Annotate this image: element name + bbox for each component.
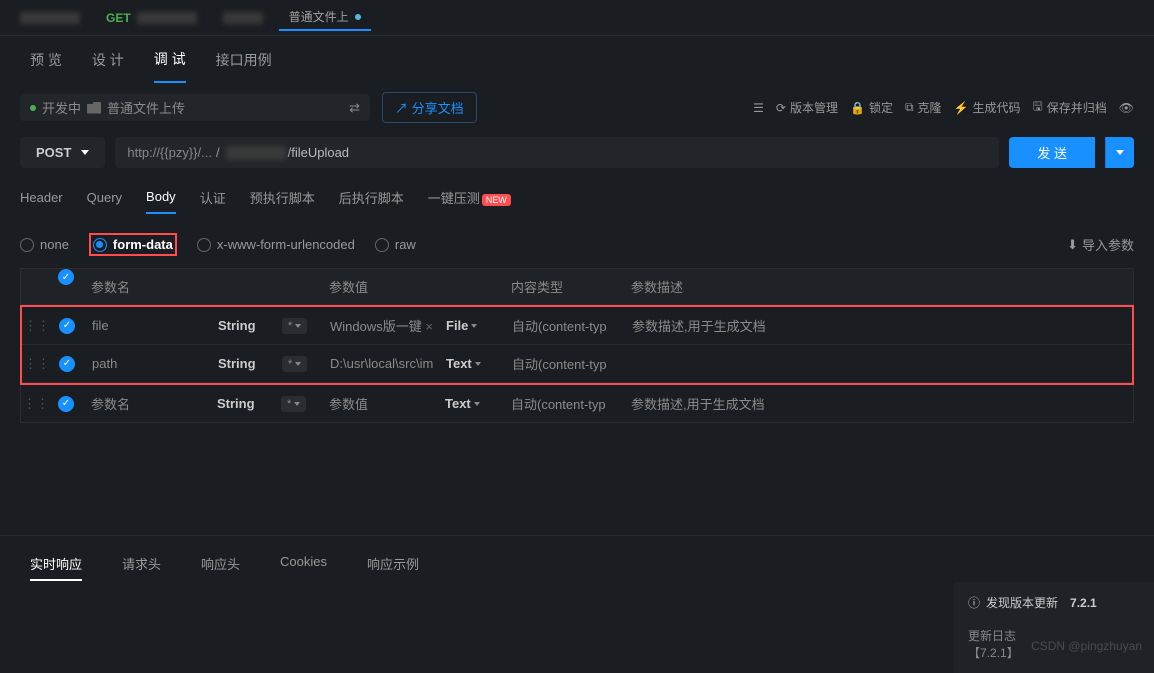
top-tab-active[interactable]: 普通文件上 <box>279 4 371 31</box>
status-dot-icon <box>30 105 36 111</box>
tab-design[interactable]: 设 计 <box>92 38 124 82</box>
header-value: 参数值 <box>321 269 441 304</box>
request-row: POST http://{{pzy}}/... / /fileUpload 发 … <box>0 131 1154 174</box>
tab-response-examples[interactable]: 响应示例 <box>367 548 419 581</box>
sub-tabs: 预 览 设 计 调 试 接口用例 <box>0 36 1154 84</box>
tab-header[interactable]: Header <box>20 182 63 213</box>
content-type-input[interactable]: 自动(content-typ <box>501 386 621 421</box>
tab-pre-script[interactable]: 预执行脚本 <box>250 180 315 215</box>
update-title: ⓘ 发现版本更新7.2.1 <box>968 594 1140 611</box>
param-type-select[interactable]: String <box>212 310 282 341</box>
content-type-input[interactable]: 自动(content-typ <box>502 346 622 381</box>
param-desc-input[interactable]: 参数描述,用于生成文档 <box>622 308 1132 343</box>
param-type-select[interactable]: String <box>212 348 282 379</box>
highlighted-rows: ⋮⋮ file String * Windows版一键 × File 自动(co… <box>20 305 1134 385</box>
top-tab-1[interactable] <box>10 8 90 28</box>
breadcrumb-text: 普通文件上传 <box>107 98 185 117</box>
tab-cookies[interactable]: Cookies <box>280 548 327 581</box>
value-type-select[interactable]: File <box>442 310 502 341</box>
param-name-input[interactable]: path <box>82 348 212 379</box>
tab-query[interactable]: Query <box>87 182 122 213</box>
required-select[interactable]: * <box>282 318 307 334</box>
header-desc: 参数描述 <box>621 269 1133 304</box>
table-row: ⋮⋮ path String * D:\usr\local\src\im Tex… <box>22 345 1132 383</box>
tab-realtime-response[interactable]: 实时响应 <box>30 548 82 581</box>
check-all[interactable] <box>58 269 74 285</box>
lock-button[interactable]: 🔒 锁定 <box>850 99 893 116</box>
breadcrumb[interactable]: 开发中 普通文件上传 ⇄ <box>20 94 370 121</box>
share-button[interactable]: ↗ 分享文档 <box>382 92 477 123</box>
content-type-input[interactable]: 自动(content-typ <box>502 308 622 343</box>
param-name-input[interactable]: file <box>82 310 212 341</box>
toolbar: 开发中 普通文件上传 ⇄ ↗ 分享文档 ☰ ⟳ 版本管理 🔒 锁定 ⧉ 克隆 ⚡… <box>0 84 1154 131</box>
row-checkbox[interactable] <box>59 318 75 334</box>
row-checkbox[interactable] <box>59 356 75 372</box>
row-checkbox[interactable] <box>58 396 74 412</box>
save-archive-button[interactable]: 🖫 保存并归档 <box>1033 97 1107 118</box>
clone-button[interactable]: ⧉ 克隆 <box>905 99 942 116</box>
send-button[interactable]: 发 送 <box>1009 137 1095 168</box>
tab-post-script[interactable]: 后执行脚本 <box>339 180 404 215</box>
update-panel: ⓘ 发现版本更新7.2.1 更新日志 【7.2.1】 <box>954 582 1154 673</box>
tab-response-headers[interactable]: 响应头 <box>201 548 240 581</box>
param-value-input[interactable]: Windows版一键 × <box>322 308 442 343</box>
gen-code-button[interactable]: ⚡ 生成代码 <box>954 99 1021 116</box>
tab-auth[interactable]: 认证 <box>200 180 226 215</box>
list-icon[interactable]: ☰ <box>753 101 764 115</box>
body-types: none form-data x-www-form-urlencoded raw… <box>0 221 1154 268</box>
table-row: ⋮⋮ 参数名 String * 参数值 Text 自动(content-typ … <box>20 385 1134 423</box>
tab-body[interactable]: Body <box>146 181 176 214</box>
header-content-type: 内容类型 <box>501 269 621 304</box>
status-label: 开发中 <box>42 98 81 117</box>
modified-dot-icon <box>355 14 361 20</box>
method-select[interactable]: POST <box>20 137 105 168</box>
required-select[interactable]: * <box>281 396 306 412</box>
param-desc-input[interactable] <box>622 356 1132 372</box>
radio-form-data[interactable]: form-data <box>93 237 173 252</box>
import-params-button[interactable]: ⬇ 导入参数 <box>1067 235 1134 254</box>
top-tab-3[interactable] <box>213 8 273 28</box>
drag-handle-icon[interactable]: ⋮⋮ <box>22 356 52 372</box>
table-row: ⋮⋮ file String * Windows版一键 × File 自动(co… <box>22 307 1132 345</box>
param-desc-input[interactable]: 参数描述,用于生成文档 <box>621 386 1133 421</box>
top-tabs: GET 普通文件上 <box>0 0 1154 36</box>
close-icon[interactable]: × <box>425 319 433 334</box>
tab-debug[interactable]: 调 试 <box>154 37 186 83</box>
drag-handle-icon[interactable]: ⋮⋮ <box>22 318 52 334</box>
eye-icon[interactable]: 👁 <box>1119 101 1134 115</box>
drag-handle-icon[interactable]: ⋮⋮ <box>21 396 51 412</box>
watermark: CSDN @pingzhuyan <box>1031 639 1142 653</box>
params-table: 参数名 参数值 内容类型 参数描述 <box>20 268 1134 305</box>
header-name: 参数名 <box>81 269 211 304</box>
param-value-input[interactable]: 参数值 <box>321 386 441 421</box>
settings-icon[interactable]: ⇄ <box>349 100 360 116</box>
radio-none[interactable]: none <box>20 237 69 252</box>
top-tab-2[interactable]: GET <box>96 7 207 29</box>
param-name-input[interactable]: 参数名 <box>81 386 211 421</box>
send-more-button[interactable] <box>1105 137 1134 168</box>
table-header: 参数名 参数值 内容类型 参数描述 <box>20 268 1134 305</box>
tab-request-headers[interactable]: 请求头 <box>122 548 161 581</box>
param-type-select[interactable]: String <box>211 388 281 419</box>
version-mgmt-button[interactable]: ⟳ 版本管理 <box>776 99 838 116</box>
param-value-input[interactable]: D:\usr\local\src\im <box>322 348 442 379</box>
url-input[interactable]: http://{{pzy}}/... / /fileUpload <box>115 137 999 168</box>
value-type-select[interactable]: Text <box>441 388 501 419</box>
value-type-select[interactable]: Text <box>442 348 502 379</box>
folder-icon <box>87 102 101 114</box>
radio-urlencoded[interactable]: x-www-form-urlencoded <box>197 237 355 252</box>
required-select[interactable]: * <box>282 356 307 372</box>
tab-interface-case[interactable]: 接口用例 <box>216 38 272 82</box>
radio-raw[interactable]: raw <box>375 237 416 252</box>
tab-preview[interactable]: 预 览 <box>30 38 62 82</box>
tab-load-test[interactable]: 一键压测NEW <box>428 180 511 215</box>
request-tabs: Header Query Body 认证 预执行脚本 后执行脚本 一键压测NEW <box>0 174 1154 221</box>
